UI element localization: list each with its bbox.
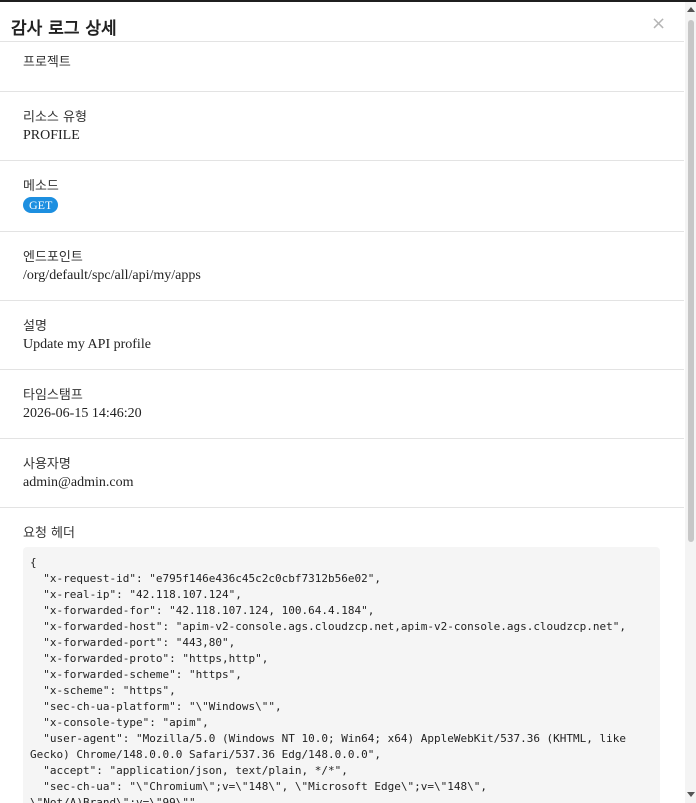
field-project: 프로젝트	[0, 42, 684, 92]
request-headers-json: { "x-request-id": "e795f146e436c45c2c0cb…	[30, 556, 627, 803]
close-icon[interactable]: ×	[651, 14, 666, 34]
field-label-username: 사용자명	[23, 457, 71, 472]
scrollbar-thumb[interactable]	[688, 20, 694, 542]
method-badge: GET	[23, 197, 59, 213]
field-method: 메소드 GET	[0, 161, 684, 232]
field-label-timestamp: 타임스탬프	[23, 388, 83, 403]
field-label-description: 설명	[23, 319, 47, 334]
scroll-up-arrow-icon[interactable]	[687, 7, 695, 12]
field-endpoint: 엔드포인트 /org/default/spc/all/api/my/apps	[0, 232, 684, 301]
field-resource-type: 리소스 유형 PROFILE	[0, 92, 684, 161]
dialog-header: 감사 로그 상세 ×	[0, 2, 684, 42]
field-label-project: 프로젝트	[23, 55, 71, 70]
field-value-endpoint: /org/default/spc/all/api/my/apps	[23, 268, 201, 283]
request-headers-code-block[interactable]: { "x-request-id": "e795f146e436c45c2c0cb…	[23, 547, 660, 803]
scroll-down-arrow-icon[interactable]	[687, 792, 695, 797]
field-description: 설명 Update my API profile	[0, 301, 684, 370]
audit-log-detail-dialog: 감사 로그 상세 × 프로젝트 리소스 유형 PROFILE 메소드 GET 엔…	[0, 2, 696, 803]
field-label-endpoint: 엔드포인트	[23, 250, 83, 265]
field-timestamp: 타임스탬프 2026-06-15 14:46:20	[0, 370, 684, 439]
field-username: 사용자명 admin@admin.com	[0, 439, 684, 508]
field-value-username: admin@admin.com	[23, 475, 134, 490]
vertical-scrollbar[interactable]	[685, 2, 696, 803]
field-value-description: Update my API profile	[23, 337, 151, 352]
field-value-resource-type: PROFILE	[23, 128, 80, 143]
field-label-method: 메소드	[23, 179, 59, 194]
field-value-timestamp: 2026-06-15 14:46:20	[23, 406, 142, 421]
field-label-resource-type: 리소스 유형	[23, 110, 87, 125]
dialog-title: 감사 로그 상세	[11, 19, 117, 39]
field-label-request-headers: 요청 헤더	[23, 526, 75, 541]
